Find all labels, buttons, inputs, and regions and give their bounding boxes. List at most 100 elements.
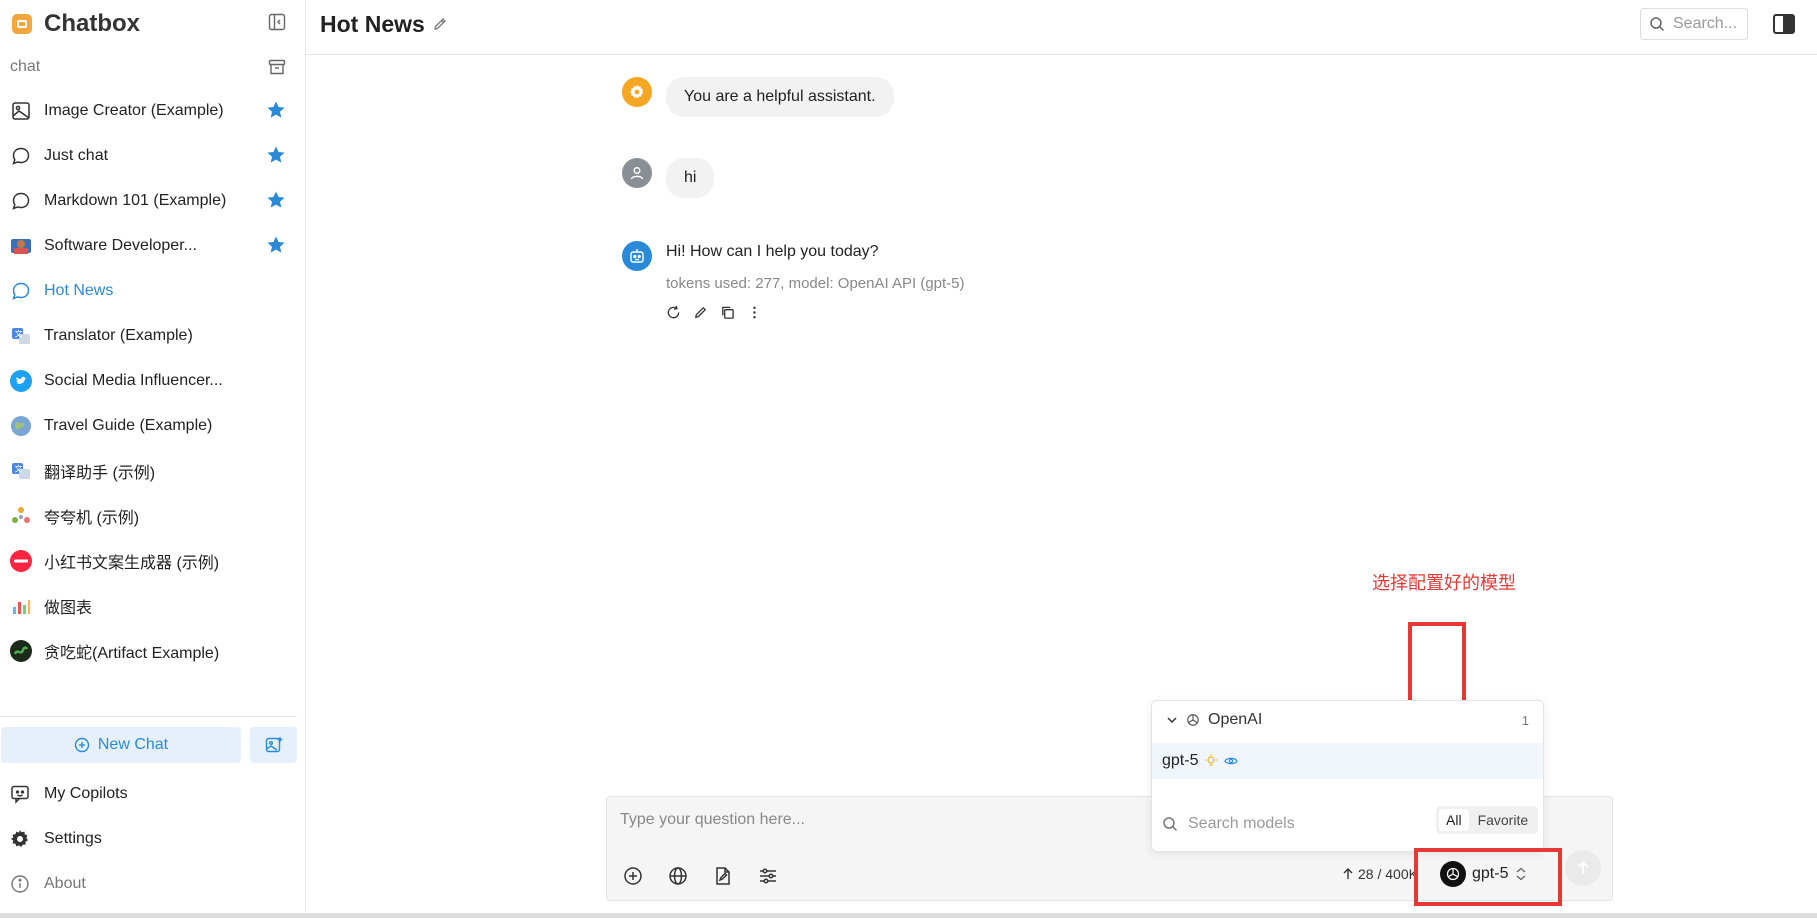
- search-input[interactable]: Search...: [1640, 8, 1748, 40]
- system-message-text: You are a helpful assistant.: [666, 77, 894, 117]
- about-button[interactable]: About: [10, 872, 86, 896]
- image-icon: [10, 100, 32, 122]
- image-plus-icon: [265, 737, 282, 753]
- chat-bubble-icon: [10, 145, 32, 167]
- software-developer-avatar: [10, 235, 32, 257]
- sidebar-item-image-creator[interactable]: Image Creator (Example): [0, 88, 306, 133]
- token-count: 28 / 400K: [1342, 866, 1418, 882]
- regenerate-icon[interactable]: [666, 305, 681, 320]
- send-button[interactable]: [1565, 850, 1601, 886]
- model-option-gpt-5[interactable]: gpt-5: [1152, 743, 1543, 779]
- svg-text:文: 文: [15, 328, 23, 338]
- web-search-button[interactable]: [666, 864, 690, 888]
- attach-button[interactable]: [621, 864, 645, 888]
- search-icon: [1163, 817, 1178, 832]
- sidebar-item-markdown-101[interactable]: Markdown 101 (Example): [0, 178, 306, 223]
- model-search-placeholder: Search models: [1188, 815, 1295, 832]
- svg-text:文: 文: [15, 463, 23, 473]
- message-input[interactable]: [620, 811, 1140, 829]
- bottom-bar: [0, 913, 1817, 918]
- assistant-message: Hi! How can I help you today? tokens use…: [622, 241, 965, 320]
- sidebar-item-just-chat[interactable]: Just chat: [0, 133, 306, 178]
- sidebar: Chatbox chat Image Creator (Example) Jus…: [0, 0, 306, 918]
- token-count-text: 28 / 400K: [1358, 866, 1418, 882]
- annotation-highlight-box: [1414, 848, 1562, 906]
- my-copilots-button[interactable]: My Copilots: [10, 782, 128, 806]
- system-avatar: [622, 77, 652, 107]
- user-message: hi: [622, 158, 715, 198]
- sidebar-item-label: 做图表: [44, 599, 93, 617]
- archive-icon[interactable]: [268, 58, 286, 76]
- user-avatar: [622, 158, 652, 188]
- tab-favorite[interactable]: Favorite: [1471, 809, 1536, 831]
- edit-title-icon[interactable]: [432, 16, 448, 32]
- about-label: About: [44, 875, 86, 892]
- model-option-label: gpt-5: [1162, 752, 1199, 769]
- arrow-up-icon: [1577, 861, 1589, 874]
- sidebar-item-label: 夸夸机 (示例): [44, 509, 140, 527]
- sidebar-item-translator-cn[interactable]: 文 翻译助手 (示例): [0, 448, 306, 493]
- tab-all[interactable]: All: [1439, 809, 1469, 831]
- message-actions: [666, 305, 965, 320]
- settings-sliders-button[interactable]: [756, 864, 780, 888]
- sliders-icon: [760, 868, 776, 884]
- chat-bubble-icon: [10, 190, 32, 212]
- sidebar-item-hot-news[interactable]: Hot News: [0, 268, 306, 313]
- collapse-sidebar-icon[interactable]: [268, 13, 286, 31]
- app-name: Chatbox: [44, 10, 140, 37]
- sidebar-item-travel-guide[interactable]: Travel Guide (Example): [0, 403, 306, 448]
- search-icon: [1650, 17, 1665, 32]
- star-icon[interactable]: [266, 145, 286, 165]
- more-options-icon[interactable]: [747, 305, 762, 320]
- openai-logo-icon: [1187, 714, 1199, 726]
- info-icon: [11, 875, 29, 893]
- chevron-down-icon: [1167, 717, 1177, 724]
- copilot-icon: [11, 785, 29, 804]
- user-message-text: hi: [666, 158, 715, 198]
- sidebar-item-label: Translator (Example): [44, 326, 193, 344]
- sidebar-item-label: Hot News: [44, 281, 114, 299]
- new-chat-button[interactable]: New Chat: [1, 727, 241, 763]
- xiaohongshu-avatar: [10, 549, 32, 572]
- twitter-avatar: [10, 369, 32, 392]
- edit-icon[interactable]: [693, 305, 708, 320]
- search-placeholder: Search...: [1673, 15, 1738, 32]
- model-filter-tabs: All Favorite: [1436, 806, 1539, 834]
- brand: Chatbox: [12, 10, 140, 38]
- sidebar-item-make-chart[interactable]: 做图表: [0, 583, 306, 628]
- sidebar-item-software-developer[interactable]: Software Developer...: [0, 223, 306, 268]
- star-icon[interactable]: [266, 100, 286, 120]
- sidebar-item-label: Travel Guide (Example): [44, 416, 213, 434]
- globe-avatar: [10, 415, 32, 437]
- star-icon[interactable]: [266, 235, 286, 255]
- assistant-message-text: Hi! How can I help you today?: [666, 243, 879, 260]
- new-chat-label: New Chat: [97, 736, 169, 753]
- plus-circle-icon: [624, 867, 642, 885]
- globe-icon: [669, 867, 687, 885]
- sidebar-item-snake[interactable]: 贪吃蛇(Artifact Example): [0, 628, 306, 673]
- sidebar-item-social-media-influencer[interactable]: Social Media Influencer...: [0, 358, 306, 403]
- page-title: Hot News: [320, 11, 425, 37]
- sidebar-divider: [0, 716, 297, 717]
- toggle-panel-icon[interactable]: [1772, 12, 1796, 36]
- settings-button[interactable]: Settings: [10, 827, 102, 851]
- provider-group-openai[interactable]: OpenAI: [1166, 711, 1262, 729]
- model-search-input[interactable]: Search models: [1162, 815, 1295, 833]
- provider-name: OpenAI: [1208, 711, 1263, 728]
- sidebar-item-label: 翻译助手 (示例): [44, 464, 156, 482]
- model-dropdown: OpenAI 1 gpt-5 Search models All Favorit…: [1151, 700, 1544, 852]
- chatbox-logo-icon: [12, 14, 32, 34]
- sidebar-item-translator[interactable]: 文 Translator (Example): [0, 313, 306, 358]
- praise-avatar: [10, 505, 32, 527]
- document-button[interactable]: [711, 864, 735, 888]
- sidebar-item-label: Software Developer...: [44, 236, 197, 254]
- new-image-chat-button[interactable]: [250, 727, 297, 763]
- sidebar-item-xiaohongshu[interactable]: 小红书文案生成器 (示例): [0, 538, 306, 583]
- section-label: chat: [10, 58, 41, 75]
- copy-icon[interactable]: [720, 305, 735, 320]
- sidebar-item-praise[interactable]: 夸夸机 (示例): [0, 493, 306, 538]
- translator-avatar: 文: [10, 460, 32, 482]
- sidebar-item-label: Social Media Influencer...: [44, 371, 223, 389]
- star-icon[interactable]: [266, 190, 286, 210]
- assistant-body: Hi! How can I help you today? tokens use…: [666, 241, 965, 320]
